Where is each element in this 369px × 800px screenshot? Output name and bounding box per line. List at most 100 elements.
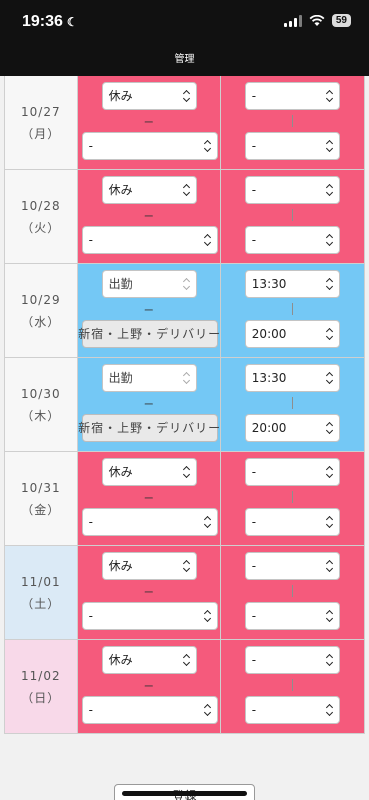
separator-dash: ー (143, 588, 154, 599)
end-time-select[interactable]: - (244, 132, 340, 160)
schedule-row: 10/27 （月） 休みー - - - (5, 76, 364, 170)
start-time-select-value: - (251, 89, 257, 103)
start-time-select[interactable]: - (244, 646, 340, 674)
weekday-label: （水） (21, 314, 61, 329)
area-select[interactable]: - (81, 226, 218, 254)
chevron-updown-icon (326, 370, 334, 386)
chevron-updown-icon (183, 370, 191, 386)
chevron-updown-icon (183, 652, 191, 668)
date-label: 10/28 (21, 198, 61, 213)
home-indicator (122, 791, 247, 796)
status-select[interactable]: 休み (101, 176, 197, 204)
schedule-row: 11/02 （日） 休みー - - - (5, 640, 364, 734)
area-select-value: 新宿・上野・デリバリー (78, 421, 222, 435)
chevron-updown-icon (183, 88, 191, 104)
time-cell: -- (220, 452, 364, 545)
date-label: 11/02 (21, 668, 61, 683)
weekday-label: （日） (21, 690, 61, 705)
status-cell: 休みー - (77, 640, 221, 733)
weekday-label: （金） (21, 502, 61, 517)
status-select[interactable]: 休み (101, 82, 197, 110)
status-select-value: 休み (108, 559, 133, 573)
status-select[interactable]: 休み (101, 646, 197, 674)
date-cell: 10/31 （金） (5, 452, 78, 545)
chevron-updown-icon (326, 514, 334, 530)
start-time-select-value: 13:30 (251, 277, 287, 291)
time-cell: -- (220, 546, 364, 639)
date-label: 10/27 (21, 104, 61, 119)
separator-dash: ー (143, 400, 154, 411)
status-select[interactable]: 休み (101, 552, 197, 580)
date-cell: 10/29 （水） (5, 264, 78, 357)
area-select[interactable]: - (81, 696, 218, 724)
start-time-select[interactable]: - (244, 458, 340, 486)
date-cell: 10/27 （月） (5, 76, 78, 169)
page-title: 管理 (0, 44, 369, 76)
chevron-updown-icon (204, 514, 212, 530)
end-time-select[interactable]: - (244, 696, 340, 724)
status-select: 出勤 (101, 364, 197, 392)
start-time-select[interactable]: - (244, 552, 340, 580)
weekday-label: （火） (21, 220, 61, 235)
start-time-select-value: - (251, 465, 257, 479)
time-cell: -- (220, 640, 364, 733)
status-select-value: 出勤 (108, 277, 133, 291)
status-bar: 19:36 ☾ 59 (0, 0, 369, 44)
end-time-select[interactable]: - (244, 226, 340, 254)
status-select-value: 休み (108, 465, 133, 479)
status-select: 出勤 (101, 270, 197, 298)
end-time-select-value: - (251, 139, 257, 153)
schedule-row: 10/31 （金） 休みー - - - (5, 452, 364, 546)
schedule-row: 10/30 （木） 出勤ー新宿・上野・デリバリー 13:30 20:00 (5, 358, 364, 452)
chevron-updown-icon (326, 276, 334, 292)
status-cell: 出勤ー新宿・上野・デリバリー (77, 358, 222, 451)
area-select-value: - (88, 703, 93, 717)
chevron-updown-icon (326, 558, 334, 574)
end-time-select[interactable]: 20:00 (244, 320, 340, 348)
status-cell: 出勤ー新宿・上野・デリバリー (77, 264, 221, 357)
wifi-icon (309, 14, 325, 26)
start-time-select[interactable]: - (244, 176, 340, 204)
end-time-select[interactable]: 20:00 (244, 414, 340, 442)
area-select-value: - (88, 515, 93, 529)
start-time-select[interactable]: 13:30 (244, 270, 340, 298)
chevron-updown-icon (183, 182, 191, 198)
end-time-select[interactable]: - (244, 508, 340, 536)
start-time-select-value: 13:30 (251, 371, 287, 385)
date-label: 10/31 (21, 480, 61, 495)
chevron-updown-icon (204, 138, 212, 154)
clock-text: 19:36 (22, 13, 63, 30)
status-select-value: 休み (108, 89, 133, 103)
status-time: 19:36 ☾ (22, 13, 78, 31)
chevron-updown-icon (326, 182, 334, 198)
end-time-select[interactable]: - (244, 602, 340, 630)
end-time-select-value: - (251, 609, 257, 623)
schedule-row: 10/28 （火） 休みー - - - (5, 170, 364, 264)
area-select[interactable]: - (81, 602, 218, 630)
date-label: 11/01 (21, 574, 61, 589)
separator-bar (291, 303, 293, 315)
schedule-row: 10/29 （水） 出勤ー新宿・上野・デリバリー 13:30 20:00 (5, 264, 364, 358)
chevron-updown-icon (204, 608, 212, 624)
area-select[interactable]: - (81, 508, 218, 536)
status-cell: 休みー - (77, 76, 221, 169)
date-cell: 11/02 （日） (5, 640, 78, 733)
start-time-select[interactable]: - (244, 82, 340, 110)
area-select[interactable]: - (81, 132, 218, 160)
start-time-select[interactable]: 13:30 (244, 364, 340, 392)
signal-icon (283, 14, 302, 27)
end-time-select-value: 20:00 (251, 327, 287, 341)
chevron-updown-icon (326, 464, 334, 480)
status-select[interactable]: 休み (101, 458, 197, 486)
moon-icon: ☾ (66, 15, 78, 29)
status-select-value: 休み (108, 653, 133, 667)
area-select-value: - (88, 609, 93, 623)
chevron-updown-icon (204, 232, 212, 248)
weekday-label: （土） (21, 596, 61, 611)
chevron-updown-icon (326, 138, 334, 154)
end-time-select-value: - (251, 703, 257, 717)
chevron-updown-icon (183, 558, 191, 574)
start-time-select-value: - (251, 183, 257, 197)
separator-dash: ー (143, 212, 154, 223)
separator-bar (291, 115, 293, 127)
